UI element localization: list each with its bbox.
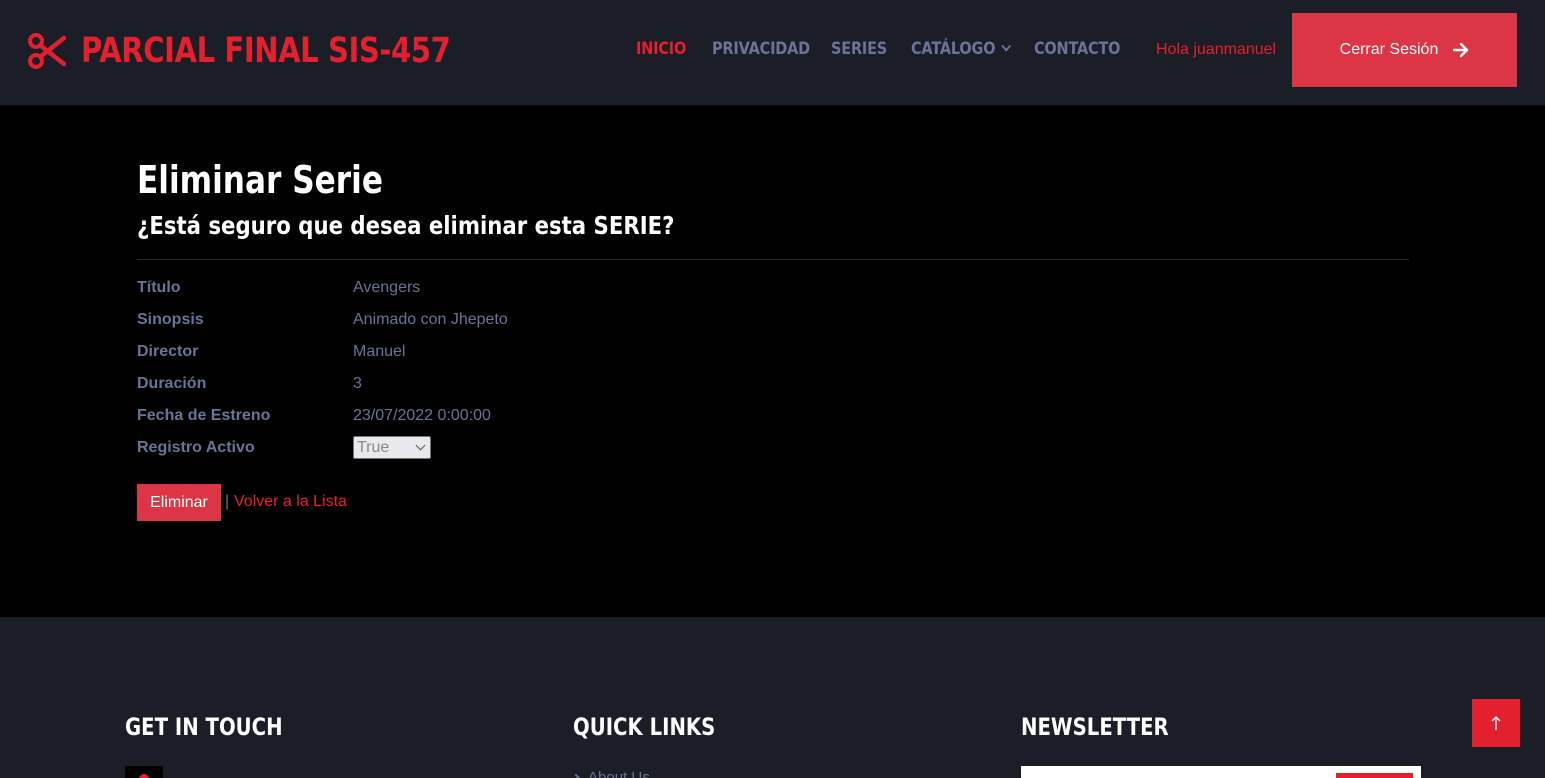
registro-activo-value: True — [357, 439, 390, 456]
select-chevron-icon — [415, 440, 426, 451]
confirm-question: ¿Está seguro que desea eliminar esta SER… — [137, 211, 675, 240]
field-label-titulo: Título — [137, 279, 181, 296]
footer-heading-quick-links: QUICK LINKS — [573, 713, 716, 741]
divider — [137, 259, 1409, 260]
chevron-right-icon — [571, 773, 581, 778]
field-value-director: Manuel — [353, 343, 406, 360]
scissors-icon — [28, 33, 66, 69]
field-label-registro-activo: Registro Activo — [137, 439, 255, 456]
field-value-sinopsis: Animado con Jhepeto — [353, 311, 508, 328]
footer-link-about-us-label: About Us — [588, 769, 650, 778]
back-to-list-link[interactable]: Volver a la Lista — [234, 493, 347, 511]
logout-button[interactable]: Cerrar Sesión — [1292, 13, 1517, 87]
field-label-sinopsis: Sinopsis — [137, 311, 204, 328]
nav-item-privacidad[interactable]: PRIVACIDAD — [712, 39, 810, 59]
delete-button[interactable]: Eliminar — [137, 484, 221, 521]
field-label-director: Director — [137, 343, 199, 360]
link-separator: | — [225, 493, 230, 510]
footer-heading-newsletter: NEWSLETTER — [1021, 713, 1169, 741]
nav-item-inicio[interactable]: INICIO — [636, 39, 686, 59]
newsletter-signup-button[interactable] — [1336, 773, 1413, 778]
brand-title[interactable]: PARCIAL FINAL SIS-457 — [81, 31, 451, 71]
user-greeting: Hola juanmanuel — [1156, 41, 1277, 58]
arrow-right-icon — [1453, 42, 1469, 58]
back-to-top-button[interactable] — [1472, 699, 1520, 747]
navbar: PARCIAL FINAL SIS-457 INICIO PRIVACIDAD … — [0, 0, 1545, 105]
arrow-up-icon — [1491, 716, 1501, 730]
footer: GET IN TOUCH QUICK LINKS NEWSLETTER Abou… — [0, 617, 1545, 778]
map-marker-icon — [125, 766, 163, 778]
field-label-duracion: Duración — [137, 375, 207, 392]
field-value-fecha-estreno: 23/07/2022 0:00:00 — [353, 407, 491, 424]
logout-label: Cerrar Sesión — [1339, 41, 1439, 58]
footer-heading-get-in-touch: GET IN TOUCH — [125, 713, 283, 741]
brand[interactable]: PARCIAL FINAL SIS-457 — [28, 28, 526, 74]
page-title: Eliminar Serie — [137, 158, 383, 202]
registro-activo-select[interactable]: True — [353, 436, 431, 459]
nav-item-catalogo-label: CATÁLOGO — [911, 39, 996, 59]
nav-item-series[interactable]: SERIES — [831, 39, 887, 59]
chevron-down-icon — [1001, 40, 1012, 52]
nav-item-contacto[interactable]: CONTACTO — [1034, 39, 1120, 59]
main-content: Eliminar Serie ¿Está seguro que desea el… — [0, 105, 1545, 617]
field-value-titulo: Avengers — [353, 279, 421, 296]
nav-item-catalogo[interactable]: CATÁLOGO — [911, 39, 1012, 59]
field-label-fecha-estreno: Fecha de Estreno — [137, 407, 271, 424]
field-value-duracion: 3 — [353, 375, 362, 392]
footer-link-about-us[interactable]: About Us — [571, 769, 650, 778]
